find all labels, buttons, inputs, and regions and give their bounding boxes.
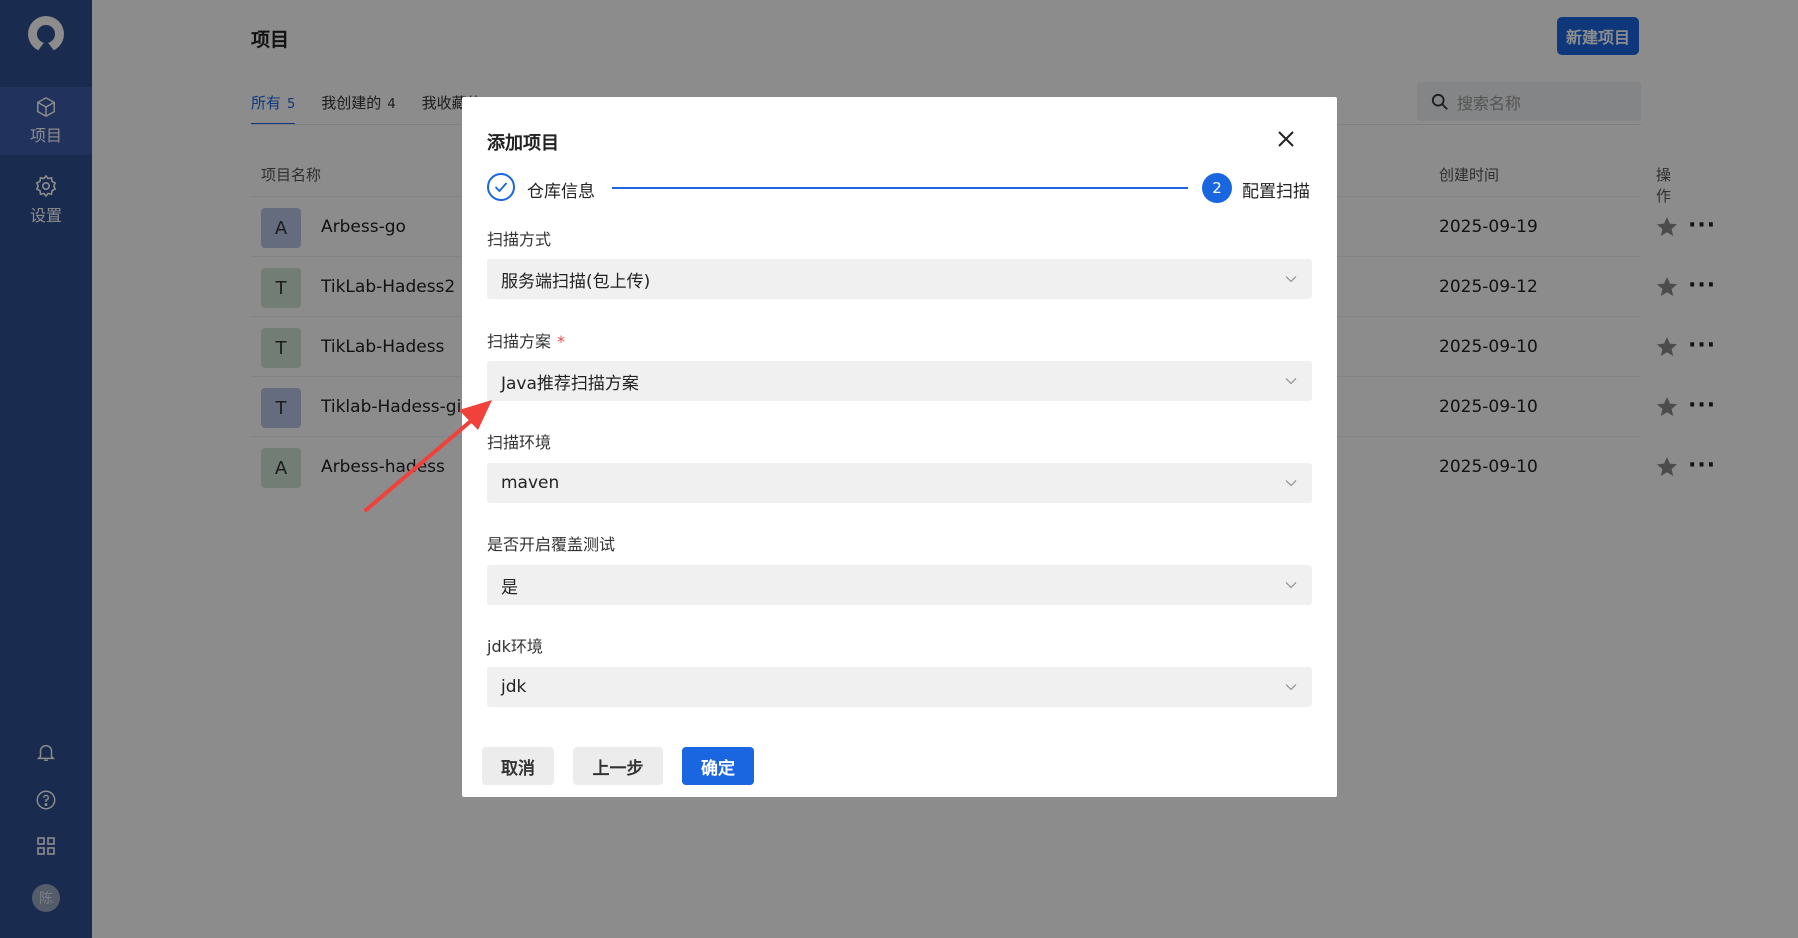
select-value: Java推荐扫描方案	[501, 373, 639, 394]
chevron-down-icon	[1285, 684, 1297, 691]
scan-env-label: 扫描环境	[487, 433, 552, 452]
chevron-down-icon	[1285, 480, 1297, 487]
step-2-current: 2	[1202, 173, 1232, 203]
step-connector	[612, 187, 1188, 189]
chevron-down-icon	[1285, 582, 1297, 589]
scan-method-select[interactable]: 服务端扫描(包上传)	[487, 259, 1312, 299]
chevron-down-icon	[1285, 276, 1297, 283]
step-1-label: 仓库信息	[527, 182, 595, 202]
select-value: 服务端扫描(包上传)	[501, 271, 651, 292]
scan-plan-select[interactable]: Java推荐扫描方案	[487, 361, 1312, 401]
jdk-env-select[interactable]: jdk	[487, 667, 1312, 707]
coverage-label: 是否开启覆盖测试	[487, 535, 616, 554]
select-value: 是	[501, 577, 518, 598]
close-icon	[1278, 131, 1294, 147]
cancel-button[interactable]: 取消	[482, 747, 554, 785]
scan-method-label: 扫描方式	[487, 230, 552, 249]
coverage-select[interactable]: 是	[487, 565, 1312, 605]
dialog-title: 添加项目	[487, 133, 559, 154]
scan-plan-label: 扫描方案 *	[487, 328, 565, 352]
select-value: maven	[501, 473, 560, 493]
scan-plan-label-text: 扫描方案	[487, 332, 552, 351]
step-1-done	[487, 173, 515, 201]
previous-step-button[interactable]: 上一步	[573, 747, 663, 785]
check-icon	[494, 182, 508, 193]
scan-env-select[interactable]: maven	[487, 463, 1312, 503]
select-value: jdk	[501, 677, 527, 697]
close-button[interactable]	[1272, 125, 1300, 153]
chevron-down-icon	[1285, 378, 1297, 385]
required-mark: *	[557, 332, 566, 351]
step-2-label: 配置扫描	[1242, 182, 1310, 202]
add-project-dialog: 添加项目 仓库信息 2 配置扫描 扫描方式 服务端扫描(包上传) 扫描方案 * J…	[462, 97, 1337, 797]
jdk-env-label: jdk环境	[487, 637, 543, 656]
confirm-button[interactable]: 确定	[682, 747, 754, 785]
